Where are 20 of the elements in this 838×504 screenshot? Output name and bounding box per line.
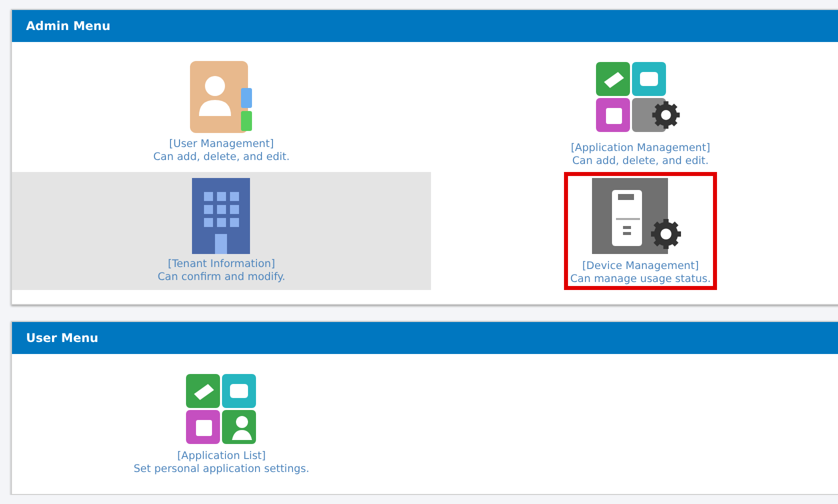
- user-card-icon: [189, 60, 254, 134]
- tile-title: [Tenant Information]: [168, 258, 276, 271]
- app-tiles-icon: [184, 372, 258, 446]
- tile-description: Can add, delete, and edit.: [153, 151, 290, 164]
- menu-tile[interactable]: [Application Management] Can add, delete, and edit.: [564, 54, 716, 172]
- menu-tile[interactable]: [Application List] Set personal application settings.: [128, 366, 316, 480]
- menu-tile[interactable]: [User Management] Can add, delete, and edit.: [147, 54, 296, 172]
- building-icon: [192, 178, 250, 254]
- menu-tile[interactable]: [Device Management] Can manage usage status.: [564, 172, 717, 290]
- tile-description: Can manage usage status.: [570, 273, 711, 286]
- menu-tile[interactable]: [Tenant Information] Can confirm and modify.: [152, 172, 292, 290]
- tile-description: Can confirm and modify.: [158, 271, 286, 284]
- panel-header: User Menu: [12, 322, 838, 354]
- tile-title: [Application List]: [177, 450, 266, 463]
- tile-title: [User Management]: [169, 138, 274, 151]
- tile-title: [Application Management]: [570, 142, 710, 155]
- panel-header: Admin Menu: [12, 10, 838, 42]
- tile-description: Set personal application settings.: [134, 463, 310, 476]
- tile-description: Can add, delete, and edit.: [572, 155, 709, 168]
- tile-title: [Device Management]: [582, 260, 699, 273]
